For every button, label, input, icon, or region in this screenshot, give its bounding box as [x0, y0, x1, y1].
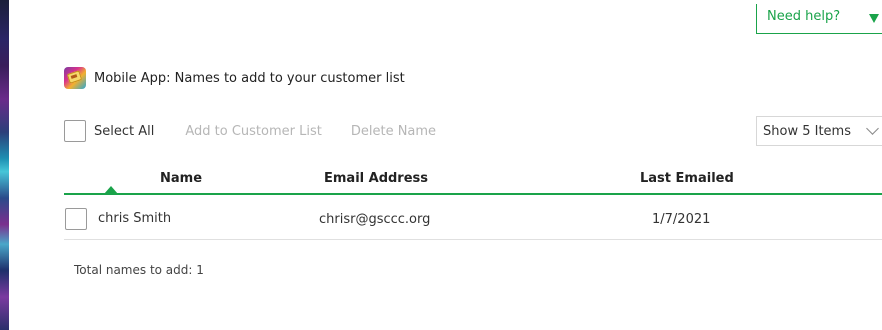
total-names-count: Total names to add: 1	[74, 263, 204, 277]
show-items-value: Show 5 Items	[763, 124, 851, 139]
sort-caret-icon	[104, 186, 118, 194]
column-header-name[interactable]: Name	[160, 171, 202, 186]
column-header-last-emailed[interactable]: Last Emailed	[640, 171, 734, 186]
background-edge-strip	[0, 0, 14, 330]
list-toolbar: Select All Add to Customer List Delete N…	[64, 118, 436, 144]
app-icon	[64, 67, 86, 89]
help-box[interactable]: Need help?	[756, 4, 882, 34]
section-title-row: Mobile App: Names to add to your custome…	[64, 67, 405, 89]
row-last-emailed: 1/7/2021	[652, 212, 711, 227]
chevron-down-icon	[866, 122, 879, 135]
select-all-checkbox[interactable]	[64, 120, 86, 142]
table-row: chris Smith chrisr@gsccc.org 1/7/2021	[64, 200, 882, 240]
column-header-email[interactable]: Email Address	[324, 171, 428, 186]
delete-name-button[interactable]: Delete Name	[351, 124, 436, 139]
chevron-down-icon[interactable]	[869, 14, 879, 23]
add-to-customer-list-button[interactable]: Add to Customer List	[185, 124, 322, 139]
select-all-label[interactable]: Select All	[94, 124, 154, 139]
table-header: Name Email Address Last Emailed	[64, 164, 882, 195]
page-title: Mobile App: Names to add to your custome…	[94, 70, 405, 86]
row-name: chris Smith	[98, 211, 172, 226]
row-email: chrisr@gsccc.org	[319, 212, 431, 227]
show-items-select[interactable]: Show 5 Items	[756, 116, 882, 146]
row-checkbox[interactable]	[65, 208, 87, 230]
need-help-link[interactable]: Need help?	[767, 9, 840, 24]
